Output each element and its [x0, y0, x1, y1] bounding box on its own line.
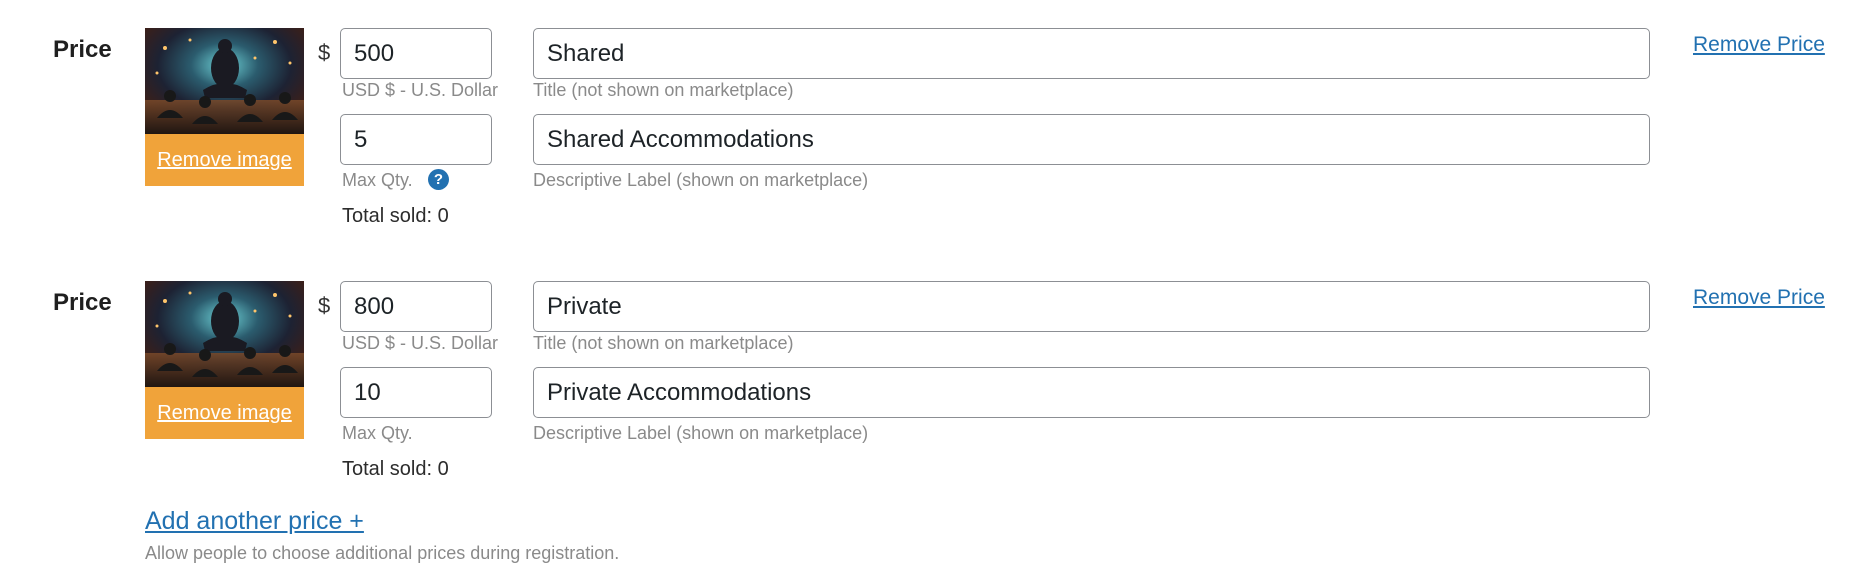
price-image: Remove image [145, 281, 304, 439]
meditation-image [145, 28, 304, 134]
remove-image-button[interactable]: Remove image [145, 387, 304, 439]
descriptive-label-input[interactable]: Shared Accommodations [533, 114, 1650, 165]
currency-symbol: $ [318, 293, 331, 318]
descriptive-label-hint: Descriptive Label (shown on marketplace) [533, 423, 869, 443]
title-hint: Title (not shown on marketplace) [533, 333, 794, 353]
total-sold: Total sold: 0 [342, 458, 449, 480]
add-another-price-link[interactable]: Add another price + [145, 507, 364, 536]
total-sold: Total sold: 0 [342, 205, 449, 227]
remove-price-link[interactable]: Remove Price [1693, 33, 1825, 57]
price-row: Price [0, 0, 1874, 230]
price-amount-input[interactable]: 500 [340, 28, 492, 79]
question-circle-icon[interactable]: ? [428, 169, 449, 190]
max-qty-input[interactable]: 10 [340, 367, 492, 418]
price-title-input[interactable]: Shared [533, 28, 1650, 79]
add-price-hint: Allow people to choose additional prices… [145, 543, 620, 563]
title-hint: Title (not shown on marketplace) [533, 80, 794, 100]
price-row: Price [0, 253, 1874, 483]
currency-hint: USD $ - U.S. Dollar [342, 333, 499, 353]
price-title-input[interactable]: Private [533, 281, 1650, 332]
price-row-label: Price [53, 36, 112, 63]
price-amount-input[interactable]: 800 [340, 281, 492, 332]
price-row-label: Price [53, 289, 112, 316]
max-qty-hint: Max Qty. [342, 423, 413, 443]
meditation-image [145, 281, 304, 387]
currency-symbol: $ [318, 40, 331, 65]
currency-hint: USD $ - U.S. Dollar [342, 80, 499, 100]
descriptive-label-hint: Descriptive Label (shown on marketplace) [533, 170, 869, 190]
remove-image-button[interactable]: Remove image [145, 134, 304, 186]
remove-price-link[interactable]: Remove Price [1693, 286, 1825, 310]
max-qty-hint: Max Qty. [342, 170, 413, 190]
descriptive-label-input[interactable]: Private Accommodations [533, 367, 1650, 418]
price-image: Remove image [145, 28, 304, 186]
max-qty-input[interactable]: 5 [340, 114, 492, 165]
